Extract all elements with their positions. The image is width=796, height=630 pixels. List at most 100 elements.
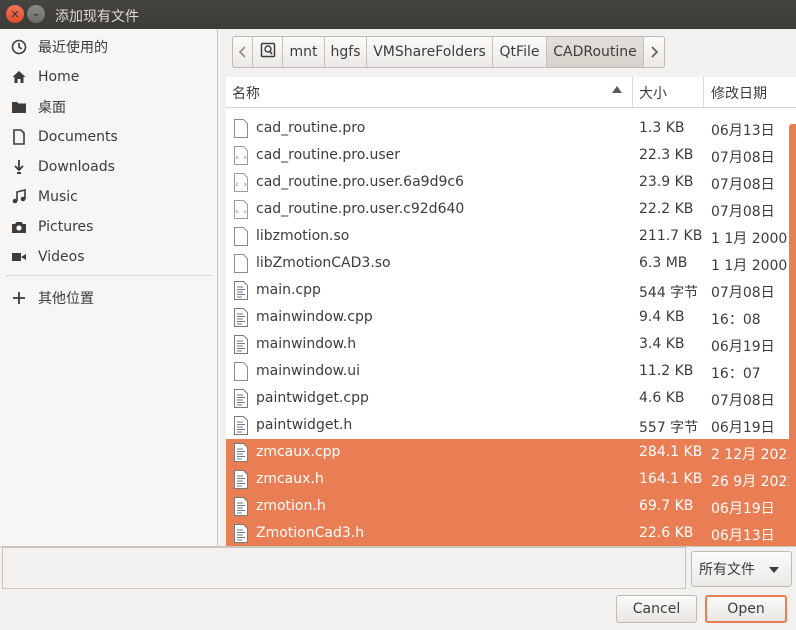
path-crumb-cadroutine[interactable]: CADRoutine — [547, 37, 644, 67]
path-crumb-mnt[interactable]: mnt — [283, 37, 325, 67]
file-name: cad_routine.pro.user.c92d640 — [256, 201, 465, 217]
binary-file-icon — [233, 227, 249, 246]
file-row[interactable]: mainwindow.h 3.4 KB 06月19日 — [226, 331, 796, 358]
file-size: 3.4 KB — [639, 336, 685, 352]
file-name: zmotion.h — [256, 498, 326, 514]
file-modified-date: 06月19日 — [711, 339, 775, 355]
file-name: zmcaux.cpp — [256, 444, 341, 460]
xml-file-icon — [233, 200, 249, 219]
sidebar-item-home[interactable]: Home — [0, 62, 217, 92]
file-name: paintwidget.h — [256, 417, 353, 433]
sidebar-item-label: Videos — [38, 249, 85, 265]
sidebar-separator — [6, 275, 212, 276]
extra-widget-area — [2, 547, 686, 589]
open-button[interactable]: Open — [705, 595, 787, 623]
file-row[interactable]: mainwindow.ui 11.2 KB 16：07 — [226, 358, 796, 385]
xml-file-icon — [233, 173, 249, 192]
folder-icon — [10, 98, 28, 116]
text-file-icon — [233, 119, 249, 138]
source-file-icon — [233, 308, 249, 327]
chevron-down-icon — [769, 567, 779, 573]
file-name: main.cpp — [256, 282, 321, 298]
partially-scrolled-row — [226, 108, 796, 114]
file-row[interactable]: libzmotion.so 211.7 KB 1 1月 2000 — [226, 223, 796, 250]
source-file-icon — [233, 443, 249, 462]
sidebar-item-videos[interactable]: Videos — [0, 242, 217, 272]
column-header-size-label: 大小 — [639, 85, 667, 102]
column-header-modified[interactable]: 修改日期 — [703, 77, 796, 108]
document-icon — [10, 128, 28, 146]
column-header-size[interactable]: 大小 — [632, 77, 704, 108]
sidebar-item-pictures[interactable]: Pictures — [0, 212, 217, 242]
recent-clock-icon — [10, 38, 28, 56]
file-row[interactable]: zmotion.h 69.7 KB 06月19日 — [226, 493, 796, 520]
places-sidebar: 最近使用的 Home 桌面 Documents Downloads Music — [0, 29, 218, 546]
column-header-name[interactable]: 名称 — [226, 77, 632, 108]
camera-icon — [10, 218, 28, 236]
file-row[interactable]: cad_routine.pro.user.6a9d9c6 23.9 KB 07月08… — [226, 169, 796, 196]
file-modified-date: 26 9月 2022 — [711, 474, 796, 490]
sidebar-item-downloads[interactable]: Downloads — [0, 152, 217, 182]
source-file-icon — [233, 524, 249, 543]
file-type-filter-dropdown[interactable]: 所有文件 — [691, 551, 792, 587]
path-crumb-qtfile[interactable]: QtFile — [493, 37, 547, 67]
file-size: 164.1 KB — [639, 471, 703, 487]
path-scroll-right-button[interactable] — [644, 37, 664, 67]
file-size: 9.4 KB — [639, 309, 685, 325]
sidebar-item-music[interactable]: Music — [0, 182, 217, 212]
file-size: 22.2 KB — [639, 201, 694, 217]
cancel-button[interactable]: Cancel — [616, 595, 697, 623]
sidebar-item-documents[interactable]: Documents — [0, 122, 217, 152]
path-crumb-vmsharefolders[interactable]: VMShareFolders — [367, 37, 493, 67]
file-modified-date: 07月08日 — [711, 150, 775, 166]
file-size: 211.7 KB — [639, 228, 703, 244]
file-name: zmcaux.h — [256, 471, 324, 487]
vertical-scrollbar[interactable] — [789, 124, 796, 546]
file-size: 6.3 MB — [639, 255, 688, 271]
source-file-icon — [233, 335, 249, 354]
path-scroll-left-button[interactable] — [233, 37, 253, 67]
close-window-button[interactable]: ✕ — [6, 5, 24, 23]
column-header-name-label: 名称 — [232, 85, 260, 102]
file-row[interactable]: paintwidget.h 557 字节 06月19日 — [226, 412, 796, 439]
file-row[interactable]: paintwidget.cpp 4.6 KB 07月08日 — [226, 385, 796, 412]
minimize-window-button[interactable]: – — [27, 5, 45, 23]
source-file-icon — [233, 281, 249, 300]
file-row[interactable]: main.cpp 544 字节 07月08日 — [226, 277, 796, 304]
sidebar-item-other-locations[interactable]: 其他位置 — [0, 283, 217, 313]
file-modified-date: 2 12月 2023 — [711, 447, 796, 463]
file-name: mainwindow.ui — [256, 363, 361, 379]
file-row[interactable]: zmcaux.h 164.1 KB 26 9月 2022 — [226, 466, 796, 493]
path-crumb-hgfs[interactable]: hgfs — [325, 37, 367, 67]
sidebar-item-label: Home — [38, 69, 80, 85]
file-row[interactable]: zmcaux.cpp 284.1 KB 2 12月 2023 — [226, 439, 796, 466]
file-row[interactable]: cad_routine.pro 1.3 KB 06月13日 — [226, 115, 796, 142]
text-file-icon — [233, 362, 249, 381]
sidebar-item-recent[interactable]: 最近使用的 — [0, 32, 217, 62]
sidebar-item-label: Pictures — [38, 219, 94, 235]
sidebar-item-label: Downloads — [38, 159, 115, 175]
file-row[interactable]: mainwindow.cpp 9.4 KB 16：08 — [226, 304, 796, 331]
file-name: mainwindow.cpp — [256, 309, 373, 325]
filter-selected-label: 所有文件 — [699, 562, 755, 578]
file-name: paintwidget.cpp — [256, 390, 369, 406]
file-row[interactable]: cad_routine.pro.user.c92d640 22.2 KB 07月08… — [226, 196, 796, 223]
plus-icon — [10, 289, 28, 307]
file-size: 544 字节 — [639, 285, 699, 301]
path-root-drive-button[interactable] — [253, 37, 283, 67]
file-size: 4.6 KB — [639, 390, 685, 406]
file-row[interactable]: cad_routine.pro.user 22.3 KB 07月08日 — [226, 142, 796, 169]
window-title: 添加现有文件 — [55, 9, 139, 25]
file-size: 284.1 KB — [639, 444, 703, 460]
file-size: 23.9 KB — [639, 174, 694, 190]
file-modified-date: 07月08日 — [711, 177, 775, 193]
file-modified-date: 06月19日 — [711, 501, 775, 517]
binary-file-icon — [233, 254, 249, 273]
file-name: mainwindow.h — [256, 336, 357, 352]
file-row[interactable]: ZmotionCad3.h 22.6 KB 06月13日 — [226, 520, 796, 546]
title-bar: ✕ – 添加现有文件 — [0, 0, 796, 29]
file-row[interactable]: libZmotionCAD3.so 6.3 MB 1 1月 2000 — [226, 250, 796, 277]
sidebar-item-desktop[interactable]: 桌面 — [0, 92, 217, 122]
file-size: 557 字节 — [639, 420, 699, 436]
file-name: libzmotion.so — [256, 228, 350, 244]
